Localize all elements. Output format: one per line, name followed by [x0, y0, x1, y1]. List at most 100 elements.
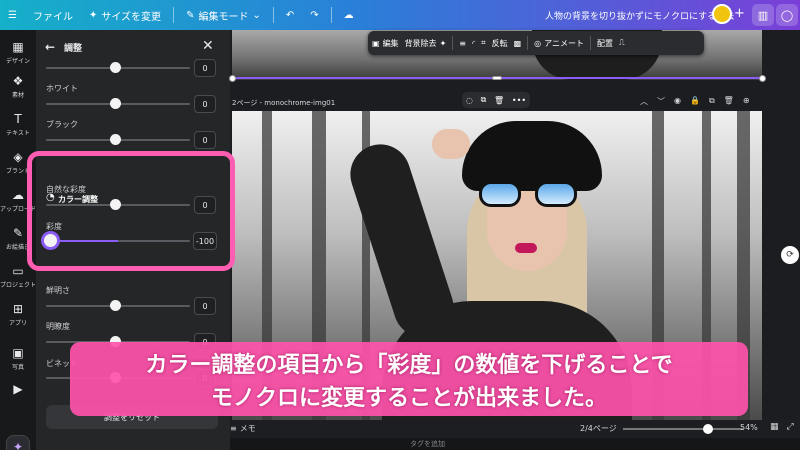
insights-button[interactable]: ▥: [752, 4, 774, 26]
divider: [272, 7, 274, 23]
edit-button[interactable]: ▣ 編集: [372, 38, 399, 49]
plus-icon: +: [734, 6, 745, 21]
caption-overlay: カラー調整の項目から「彩度」の数値を下げることで モノクロに変更することが出来ま…: [70, 342, 748, 416]
position-button[interactable]: 配置: [597, 38, 613, 49]
border-button[interactable]: ≡: [459, 39, 466, 48]
resize-handle[interactable]: [229, 75, 236, 82]
redo-button[interactable]: ↷: [302, 0, 326, 30]
rail-item-design[interactable]: ▦ デザイン: [0, 40, 36, 65]
hamburger-icon: ☰: [8, 9, 17, 21]
elements-icon: ❖: [12, 74, 24, 88]
cloud-save-status[interactable]: ☁: [336, 0, 362, 30]
notes-button[interactable]: ≡ メモ: [230, 423, 256, 434]
lines-icon: ≡: [459, 38, 466, 48]
slider-label: 明瞭度: [46, 322, 70, 331]
lens: [535, 181, 577, 207]
lips: [515, 243, 537, 253]
rail-item-photos[interactable]: ▣ 写真: [0, 346, 36, 371]
brand-icon: ◈: [13, 150, 23, 164]
slider-value-blacks[interactable]: 0: [194, 131, 216, 149]
paint-format-button[interactable]: ⎍: [619, 38, 625, 48]
rail-item-apps[interactable]: ⊞ アプリ: [0, 302, 36, 327]
rail-item-video[interactable]: ▶: [0, 382, 36, 398]
copy-icon[interactable]: ⧉: [709, 96, 715, 107]
corner-rounding-button[interactable]: ◜: [472, 39, 475, 48]
slider-value[interactable]: 0: [194, 59, 216, 77]
eye-icon[interactable]: ◉: [674, 96, 681, 107]
divider: [330, 7, 332, 23]
page-count[interactable]: 2/4ページ: [580, 423, 617, 434]
design-icon: ▦: [12, 40, 24, 54]
zoom-value[interactable]: 54%: [740, 423, 758, 432]
zoom-slider-thumb[interactable]: [702, 424, 713, 434]
transparency-button[interactable]: ▩: [514, 39, 522, 48]
slider-value-whites[interactable]: 0: [194, 95, 216, 113]
highlight-box: [27, 151, 235, 271]
divider: [589, 36, 591, 50]
comment-icon: ◯: [780, 8, 794, 22]
slider-thumb-blacks[interactable]: [110, 134, 121, 145]
crop-button[interactable]: ⌗: [481, 38, 486, 48]
text-icon: T: [14, 112, 22, 126]
resize-button[interactable]: ✦ サイズを変更: [81, 0, 169, 30]
bg-remover-button[interactable]: 背景除去 ✦: [405, 38, 447, 49]
add-collaborator-button[interactable]: +: [734, 6, 745, 21]
animate-button[interactable]: ◎ アニメート: [534, 38, 584, 49]
upload-icon: ☁: [12, 188, 24, 202]
trash-icon[interactable]: 🗑: [724, 96, 734, 107]
comments-button[interactable]: ◯: [776, 4, 798, 26]
animate-icon: ◎: [534, 38, 542, 48]
page-controls: ︿ ﹀ ◉ 🔒 ⧉ 🗑 ⊕: [640, 96, 750, 107]
slider-value-sharpness[interactable]: 0: [194, 297, 216, 315]
lock-icon[interactable]: 🔒: [690, 96, 700, 107]
more-icon[interactable]: •••: [512, 96, 526, 105]
slider-thumb-sharpness[interactable]: [110, 300, 121, 311]
hand: [432, 129, 470, 159]
slider-label: ブラック: [46, 120, 78, 129]
page-label[interactable]: 2ページ - monochrome-img01: [232, 98, 335, 108]
flip-button[interactable]: 反転: [492, 38, 508, 49]
grid-view-icon[interactable]: ▦: [770, 422, 779, 432]
chevron-up-icon[interactable]: ︿: [640, 96, 648, 107]
rail-item-elements[interactable]: ❖ 素材: [0, 74, 36, 99]
magic-assistant-button[interactable]: ✦: [6, 435, 30, 450]
pencil-icon: ✎: [186, 9, 195, 21]
resize-handle[interactable]: [492, 76, 502, 80]
redo-icon: ↷: [310, 9, 319, 21]
undo-button[interactable]: ↶: [278, 0, 302, 30]
folder-icon: ▭: [12, 264, 24, 278]
file-menu[interactable]: ファイル: [25, 0, 81, 30]
divider: [173, 7, 175, 23]
slider-thumb[interactable]: [110, 62, 121, 73]
avatar[interactable]: [712, 4, 732, 24]
slider-thumb-whites[interactable]: [110, 98, 121, 109]
back-arrow-icon[interactable]: ←: [45, 40, 55, 54]
menu-button[interactable]: ☰: [0, 0, 25, 30]
sparkle-icon: ✦: [12, 440, 24, 450]
chevron-down-icon[interactable]: ﹀: [657, 96, 665, 107]
resize-handle[interactable]: [759, 75, 766, 82]
view-controls: ▦ ⤢ ?: [770, 422, 800, 432]
duplicate-icon[interactable]: ⧉: [481, 95, 487, 105]
notes-icon: ≡: [230, 424, 237, 433]
add-page-icon[interactable]: ⊕: [743, 96, 750, 107]
zoom-slider[interactable]: [623, 428, 743, 430]
trash-icon[interactable]: 🗑: [494, 96, 504, 105]
rail-item-text[interactable]: T テキスト: [0, 112, 36, 137]
checker-icon: ▩: [513, 38, 522, 48]
fullscreen-icon[interactable]: ⤢: [787, 422, 794, 432]
slider-label: ホワイト: [46, 84, 78, 93]
comment-add-icon[interactable]: ◌: [466, 96, 473, 105]
slider-label: 鮮明さ: [46, 286, 70, 295]
sunglasses: [479, 181, 579, 207]
close-icon[interactable]: ✕: [202, 38, 214, 54]
rotate-icon: ⟳: [786, 250, 794, 260]
rotate-handle[interactable]: ⟳: [781, 246, 799, 264]
top-bar: ☰ ファイル ✦ サイズを変更 ✎ 編集モード ⌄ ↶ ↷ ☁ 人物の背景を切り抜かず…: [0, 0, 800, 30]
bottom-bar: ≡メモ 2/4ページ 54% ▦ ⤢ ?: [230, 420, 800, 438]
element-toolbar: ▣ 編集 背景除去 ✦ ≡ ◜ ⌗ 反転 ▩ ◎ アニメート 配置 ⎍: [368, 31, 704, 55]
document-title[interactable]: 人物の背景を切り抜かずにモノクロにする方法: [545, 0, 734, 30]
caption-line-1: カラー調整の項目から「彩度」の数値を下げることで: [145, 353, 673, 378]
tag-hint[interactable]: タグを追加: [410, 439, 445, 449]
edit-mode-dropdown[interactable]: ✎ 編集モード ⌄: [178, 0, 269, 30]
